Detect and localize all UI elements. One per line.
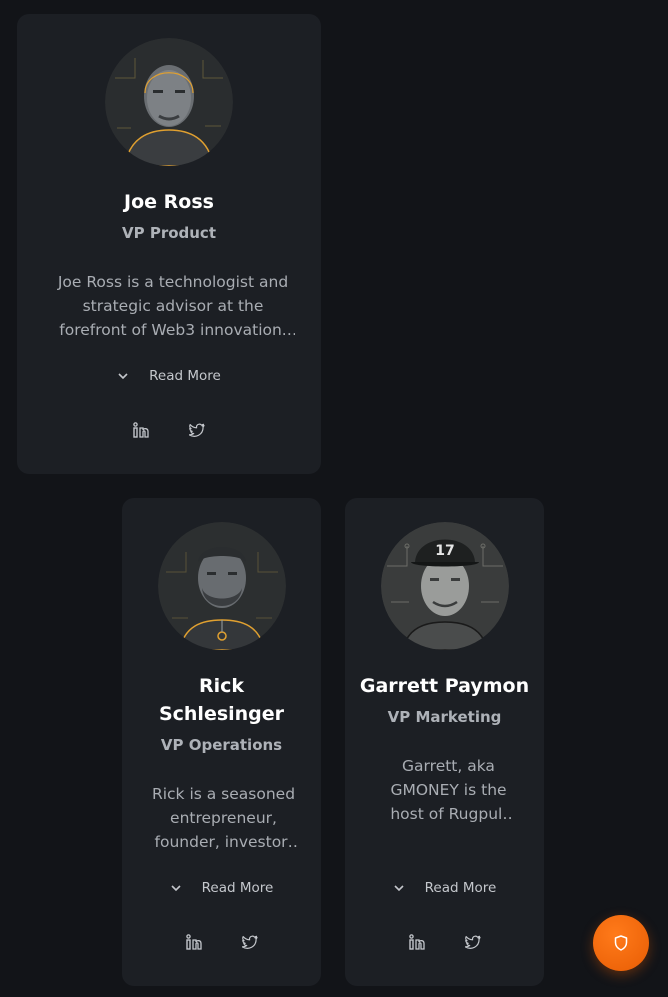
privacy-shield-button[interactable] [593, 915, 649, 971]
chevron-down-icon [171, 885, 181, 892]
member-bio: Rick is a seasoned entrepreneur, founder… [151, 785, 296, 851]
svg-text:17: 17 [435, 543, 454, 559]
avatar [157, 522, 286, 650]
member-bio: Garrett, aka GMONEY is the host of Rugpu… [390, 757, 507, 823]
avatar [105, 38, 233, 166]
team-card-joe-ross: Joe Ross VP Product Joe Ross is a techno… [17, 14, 321, 474]
read-more-label: Read More [424, 880, 497, 896]
shield-icon [614, 935, 628, 951]
twitter-icon[interactable] [188, 422, 205, 438]
read-more-button[interactable]: Read More [122, 878, 321, 898]
twitter-icon[interactable] [241, 934, 258, 950]
twitter-icon[interactable] [464, 934, 481, 950]
read-more-button[interactable]: Read More [345, 878, 544, 898]
read-more-label: Read More [149, 368, 221, 384]
member-bio: Joe Ross is a technologist and strategic… [57, 273, 289, 339]
member-name: Joe Ross [124, 191, 214, 213]
member-name: Garrett Paymon [359, 675, 530, 697]
team-card-rick-schlesinger: Rick Schlesinger VP Operations Rick is a… [122, 498, 321, 986]
linkedin-icon[interactable] [133, 422, 149, 438]
chevron-down-icon [118, 373, 128, 380]
read-more-label: Read More [201, 880, 274, 896]
member-role: VP Marketing [387, 708, 502, 726]
chevron-down-icon [394, 885, 404, 892]
linkedin-icon[interactable] [408, 934, 425, 950]
read-more-button[interactable]: Read More [17, 366, 321, 386]
social-links [122, 934, 321, 950]
member-role: VP Product [122, 224, 216, 242]
linkedin-icon[interactable] [185, 934, 202, 950]
avatar: 17 [380, 522, 509, 650]
social-links [345, 934, 544, 950]
social-links [17, 422, 321, 438]
team-card-garrett-paymon: 17 Garrett Paymon VP Marketing Garrett, … [345, 498, 544, 986]
member-name: Rick Schlesinger [158, 675, 285, 725]
member-role: VP Operations [160, 736, 283, 754]
